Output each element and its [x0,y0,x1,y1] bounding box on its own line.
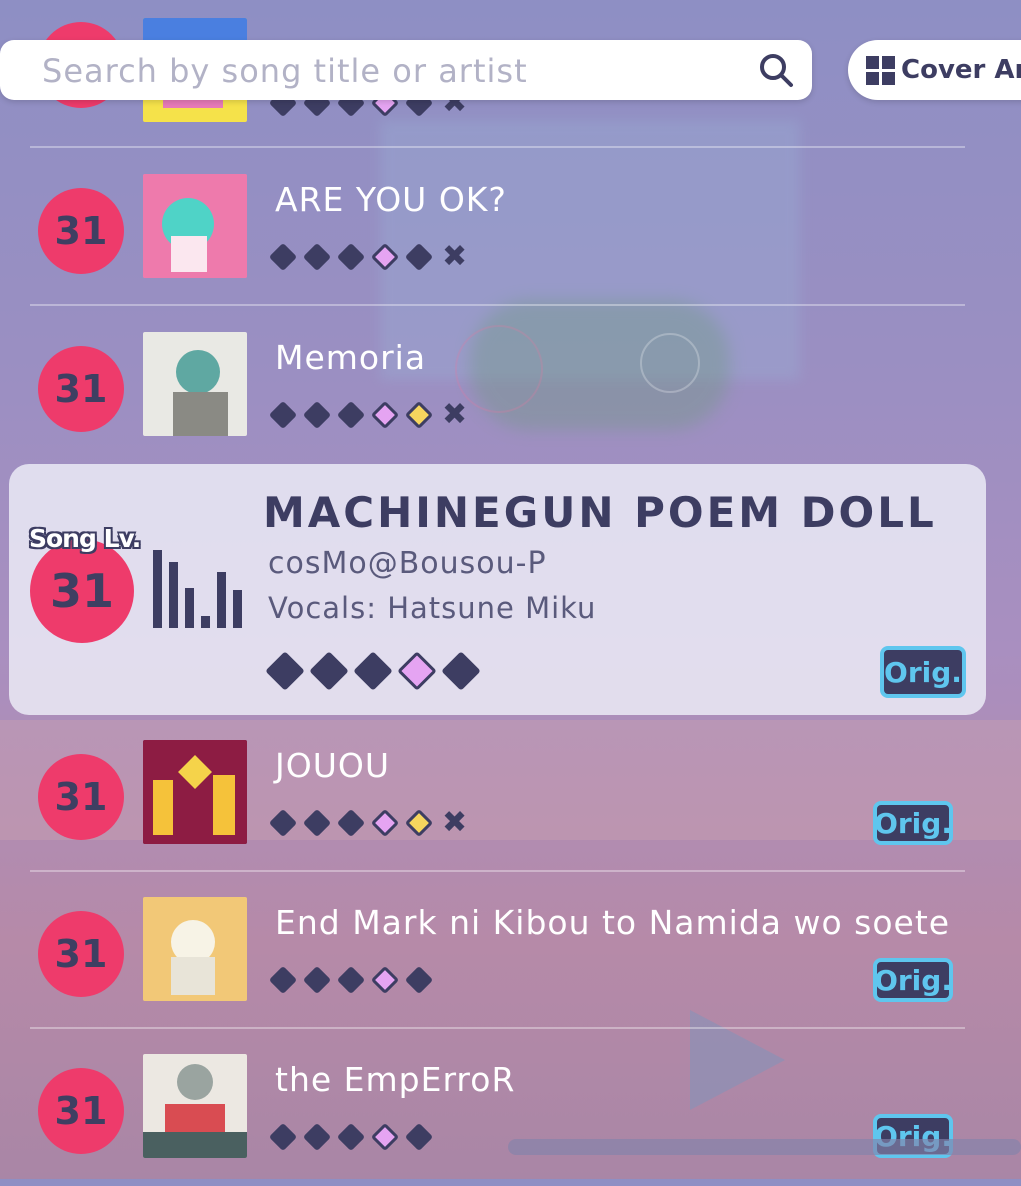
song-level-badge: 31 [38,1068,124,1154]
cover-art [143,1054,247,1158]
selected-song-vocals: Vocals: Hatsune Miku [268,591,597,625]
song-level-badge: 31 [38,911,124,997]
difficulty-row [265,651,481,691]
song-level-badge: 31 [38,754,124,840]
song-title: JOUOU [275,746,390,785]
difficulty-row: ✖ [268,400,467,430]
song-row[interactable]: 31 JOUOU ✖ Orig. [30,716,965,872]
song-row[interactable]: 31 End Mark ni Kibou to Namida wo soete … [30,873,965,1029]
song-title: End Mark ni Kibou to Namida wo soete [275,903,951,942]
difficulty-row: ✖ [268,808,467,838]
cover-art-toggle-label: Cover Ar [901,55,1021,85]
song-row[interactable]: 31 ARE YOU OK? ✖ [30,150,965,306]
song-title: ARE YOU OK? [275,180,507,219]
horizontal-scrollbar[interactable] [508,1139,1021,1155]
song-title: Memoria [275,338,427,377]
difficulty-row [268,965,434,995]
song-row[interactable]: 31 the EmpErroR Orig. [30,1030,965,1186]
original-mv-badge[interactable]: Orig. [873,958,953,1002]
difficulty-row: ✖ [268,242,467,272]
grid-icon [866,55,895,85]
selected-song-card[interactable]: 31 Song Lv. MACHINEGUN POEM DOLL cosMo@B… [9,464,986,715]
cover-art [143,174,247,278]
song-level-badge: 31 [38,188,124,274]
cover-art [143,897,247,1001]
song-title: the EmpErroR [275,1060,516,1099]
full-combo-mark-icon: ✖ [442,397,468,432]
song-row[interactable]: 31 Memoria ✖ [30,308,965,464]
search-input[interactable] [40,48,724,94]
cover-art-view-toggle[interactable]: Cover Ar [848,40,1021,100]
cover-art [143,332,247,436]
selected-song-title: MACHINEGUN POEM DOLL [263,488,937,537]
cover-art [143,740,247,844]
song-level-badge: 31 [38,346,124,432]
search-bar[interactable] [0,40,812,100]
equalizer-icon [153,550,242,628]
full-combo-mark-icon: ✖ [442,805,468,840]
selected-song-artist: cosMo@Bousou-P [268,546,547,581]
song-level-label: Song Lv. [29,524,141,553]
song-level-badge: 31 [30,539,134,643]
original-mv-badge[interactable]: Orig. [873,801,953,845]
difficulty-row [268,1122,434,1152]
search-icon[interactable] [758,52,794,88]
full-combo-mark-icon: ✖ [442,239,468,274]
original-mv-badge[interactable]: Orig. [880,646,966,698]
